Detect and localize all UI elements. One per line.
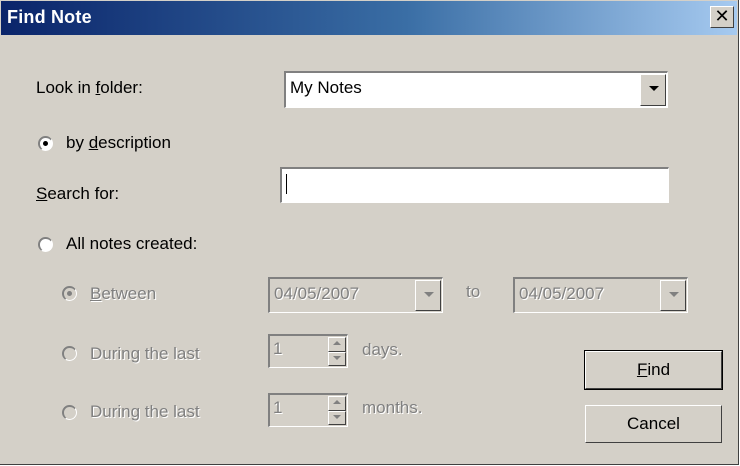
months-unit-label: months. [362, 398, 423, 417]
date-to-dropdown-button[interactable] [660, 280, 686, 311]
months-down-button[interactable] [328, 410, 346, 425]
days-unit-label: days. [362, 340, 403, 359]
date-to-value: 04/05/2007 [519, 284, 605, 303]
all-notes-radio[interactable] [38, 237, 53, 252]
folder-dropdown[interactable]: My Notes [284, 71, 668, 108]
months-up-button[interactable] [328, 396, 346, 411]
by-description-label[interactable]: by description [66, 133, 171, 153]
last-months-label: During the last [90, 402, 200, 421]
chevron-down-icon [424, 292, 434, 297]
text-caret [286, 174, 287, 194]
date-to-picker[interactable]: 04/05/2007 [513, 277, 688, 313]
days-down-button[interactable] [328, 351, 346, 366]
chevron-down-icon [669, 292, 679, 297]
months-value: 1 [273, 398, 283, 417]
by-description-radio[interactable] [38, 136, 53, 151]
last-days-radio[interactable] [62, 346, 77, 361]
arrow-up-icon [333, 341, 341, 345]
date-from-picker[interactable]: 04/05/2007 [268, 277, 443, 313]
between-label: Between [90, 284, 157, 303]
arrow-down-icon [333, 414, 341, 419]
radio-selected-dot [43, 141, 48, 146]
date-from-dropdown-button[interactable] [415, 280, 441, 311]
search-label: Search for: [36, 184, 120, 203]
all-notes-label[interactable]: All notes created: [66, 234, 197, 254]
between-radio[interactable] [62, 286, 77, 301]
days-up-button[interactable] [328, 337, 346, 352]
close-icon: ✕ [714, 6, 730, 26]
find-button[interactable]: Find [584, 350, 723, 390]
months-spinner[interactable]: 1 [268, 393, 348, 427]
folder-dropdown-button[interactable] [640, 74, 666, 106]
folder-value: My Notes [290, 78, 362, 97]
close-button[interactable]: ✕ [710, 6, 734, 28]
last-days-label: During the last [90, 344, 200, 363]
search-input[interactable] [280, 167, 669, 203]
cancel-button[interactable]: Cancel [585, 405, 722, 443]
title-bar[interactable]: Find Note ✕ [1, 1, 737, 35]
last-months-radio[interactable] [62, 405, 77, 420]
find-note-dialog: Find Note ✕ Look in folder: My Notes by … [0, 0, 739, 465]
days-value: 1 [273, 339, 283, 358]
arrow-down-icon [333, 355, 341, 360]
dialog-title: Find Note [7, 7, 92, 27]
days-spinner[interactable]: 1 [268, 334, 348, 368]
arrow-up-icon [333, 400, 341, 404]
to-label: to [466, 282, 481, 301]
radio-selected-dot [67, 291, 72, 296]
date-from-value: 04/05/2007 [274, 284, 360, 303]
chevron-down-icon [649, 86, 659, 91]
folder-label: Look in folder: [36, 78, 143, 97]
